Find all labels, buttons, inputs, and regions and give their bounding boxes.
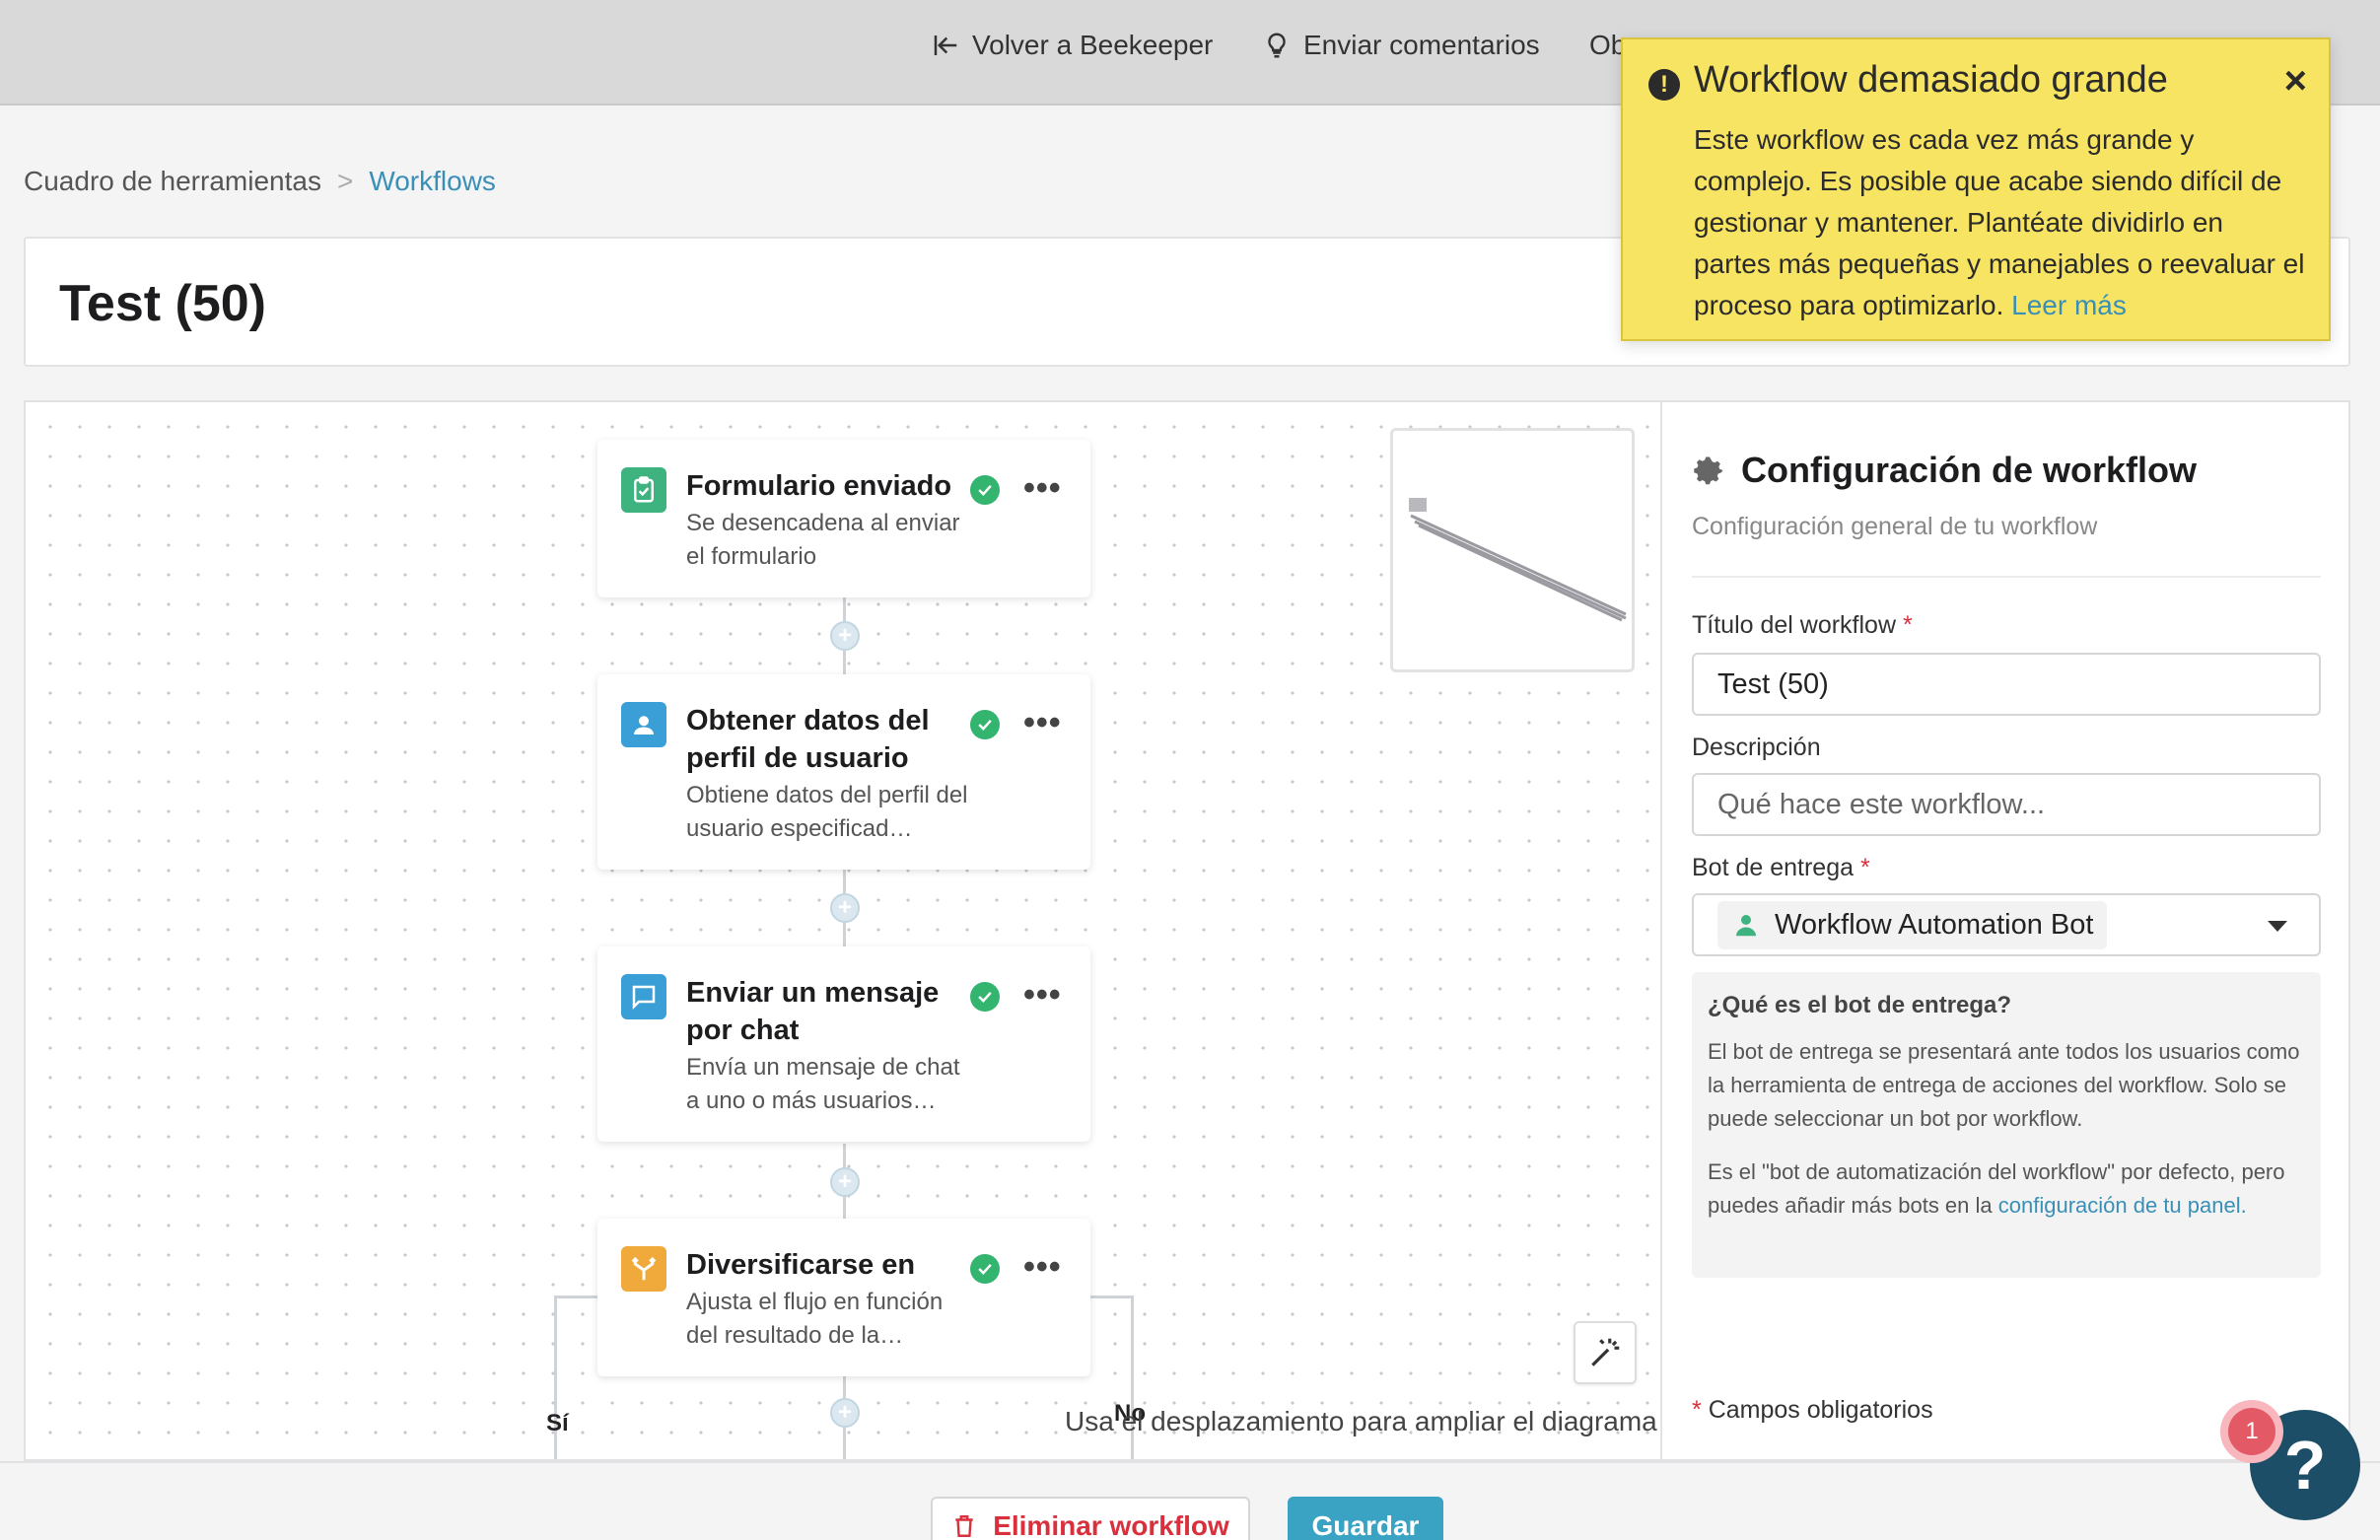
- add-step-button[interactable]: +: [830, 621, 860, 651]
- branch-icon: [621, 1246, 666, 1292]
- node-description: Ajusta el flujo en función del resultado…: [686, 1289, 944, 1349]
- required-mark: *: [1692, 1396, 1702, 1424]
- node-menu-button[interactable]: •••: [1023, 469, 1062, 508]
- branch-label-yes: Sí: [546, 1410, 569, 1436]
- save-button[interactable]: Guardar: [1288, 1497, 1443, 1540]
- node-menu-button[interactable]: •••: [1023, 976, 1062, 1015]
- chevron-down-icon: [2268, 921, 2287, 932]
- breadcrumb-root[interactable]: Cuadro de herramientas: [24, 166, 321, 197]
- auto-layout-button[interactable]: [1574, 1321, 1637, 1384]
- add-step-button[interactable]: +: [830, 1398, 860, 1428]
- trash-icon: [955, 1515, 973, 1537]
- delivery-bot-info: ¿Qué es el bot de entrega? El bot de ent…: [1692, 972, 2321, 1278]
- zoom-hint: Usa el desplazamiento para ampliar el di…: [1065, 1406, 1657, 1436]
- node-description: Se desencadena al enviar el formulario: [686, 510, 960, 570]
- branch-line-no: [1088, 1295, 1134, 1298]
- node-title: Diversificarse en: [686, 1249, 916, 1281]
- panel-title-text: Configuración de workflow: [1741, 450, 2198, 490]
- branch-line-yes: [554, 1295, 599, 1298]
- read-more-link[interactable]: Leer más: [2011, 290, 2127, 320]
- toast-body-text: Este workflow es cada vez más grande y c…: [1694, 124, 2305, 320]
- check-circle-icon: [970, 982, 1000, 1012]
- add-step-button[interactable]: +: [830, 893, 860, 923]
- info-paragraph-2: Es el "bot de automatización del workflo…: [1708, 1155, 2305, 1223]
- back-arrow-icon: [934, 35, 957, 55]
- selected-bot-label: Workflow Automation Bot: [1775, 908, 2094, 941]
- breadcrumb: Cuadro de herramientas > Workflows: [24, 166, 496, 197]
- node-menu-button[interactable]: •••: [1023, 704, 1062, 742]
- lightbulb-icon: [1268, 33, 1286, 58]
- workflow-node-branch[interactable]: Diversificarse en Ajusta el flujo en fun…: [597, 1219, 1090, 1376]
- add-step-button[interactable]: +: [830, 1167, 860, 1197]
- delete-workflow-button[interactable]: Eliminar workflow: [931, 1497, 1250, 1540]
- workflow-node-form-submitted[interactable]: Formulario enviado Se desencadena al env…: [597, 440, 1090, 597]
- workflow-canvas[interactable]: + + + + Sí No Formulario enviado Se dese…: [24, 400, 1660, 1461]
- bot-user-icon: [1736, 915, 1756, 937]
- chat-bubble-icon: [621, 974, 666, 1019]
- node-title: Enviar un mensaje por chat: [686, 977, 940, 1046]
- panel-settings-link[interactable]: configuración de tu panel.: [1998, 1193, 2247, 1218]
- required-fields-note: * Campos obligatorios: [1692, 1396, 1933, 1425]
- info-paragraph-1: El bot de entrega se presentará ante tod…: [1708, 1039, 2300, 1131]
- node-title: Obtener datos del perfil de usuario: [686, 705, 930, 774]
- workflow-node-send-chat-message[interactable]: Enviar un mensaje por chat Envía un mens…: [597, 946, 1090, 1142]
- panel-title: Configuración de workflow: [1692, 450, 2197, 491]
- warning-icon: !: [1648, 69, 1680, 101]
- description-label: Descripción: [1692, 734, 1821, 761]
- minimap-preview: [1409, 498, 1627, 622]
- back-label: Volver a Beekeeper: [972, 30, 1214, 60]
- magic-wand-icon: [1591, 1338, 1620, 1366]
- delete-label: Eliminar workflow: [993, 1510, 1229, 1540]
- toast-title: Workflow demasiado grande: [1694, 59, 2168, 101]
- notification-badge: 1: [2220, 1400, 2283, 1463]
- user-profile-icon: [621, 702, 666, 747]
- breadcrumb-separator: >: [336, 166, 354, 196]
- check-circle-icon: [970, 710, 1000, 739]
- node-description: Envía un mensaje de chat a uno o más usu…: [686, 1054, 960, 1114]
- node-description: Obtiene datos del perfil del usuario esp…: [686, 782, 968, 842]
- workflow-title-input[interactable]: Test (50): [1692, 653, 2321, 716]
- workflow-title-label: Título del workflow *: [1692, 611, 1913, 640]
- panel-subtitle: Configuración general de tu workflow: [1692, 513, 2098, 540]
- breadcrumb-current[interactable]: Workflows: [369, 166, 496, 197]
- required-mark: *: [1902, 611, 1913, 639]
- workflow-settings-panel: Configuración de workflow Configuración …: [1660, 400, 2350, 1461]
- toast-body: Este workflow es cada vez más grande y c…: [1694, 119, 2305, 326]
- divider: [1692, 576, 2321, 578]
- feedback-label: Enviar comentarios: [1303, 30, 1540, 60]
- description-input[interactable]: Qué hace este workflow...: [1692, 773, 2321, 836]
- node-menu-button[interactable]: •••: [1023, 1248, 1062, 1287]
- node-title: Formulario enviado: [686, 470, 952, 502]
- check-circle-icon: [970, 1254, 1000, 1284]
- page-title: Test (50): [59, 275, 266, 332]
- required-mark: *: [1859, 854, 1870, 881]
- workflow-title-label-text: Título del workflow: [1692, 611, 1897, 639]
- delivery-bot-label: Bot de entrega *: [1692, 854, 1870, 882]
- info-title: ¿Qué es el bot de entrega?: [1708, 992, 2012, 1018]
- back-to-beekeeper-link[interactable]: Volver a Beekeeper: [931, 30, 1213, 61]
- clipboard-check-icon: [621, 467, 666, 513]
- check-circle-icon: [970, 475, 1000, 505]
- workflow-node-get-user-profile[interactable]: Obtener datos del perfil de usuario Obti…: [597, 674, 1090, 870]
- notification-count: 1: [2228, 1408, 2275, 1455]
- close-icon[interactable]: ×: [2284, 61, 2307, 101]
- send-feedback-link[interactable]: Enviar comentarios: [1262, 30, 1540, 61]
- delivery-bot-select[interactable]: Workflow Automation Bot: [1692, 893, 2321, 956]
- required-note-text: Campos obligatorios: [1708, 1396, 1933, 1424]
- gear-icon: [1694, 456, 1723, 485]
- delivery-bot-label-text: Bot de entrega: [1692, 854, 1855, 881]
- minimap[interactable]: [1390, 428, 1635, 672]
- workflow-too-large-toast: ! Workflow demasiado grande Este workflo…: [1621, 37, 2331, 341]
- selected-bot-chip: Workflow Automation Bot: [1717, 900, 2108, 949]
